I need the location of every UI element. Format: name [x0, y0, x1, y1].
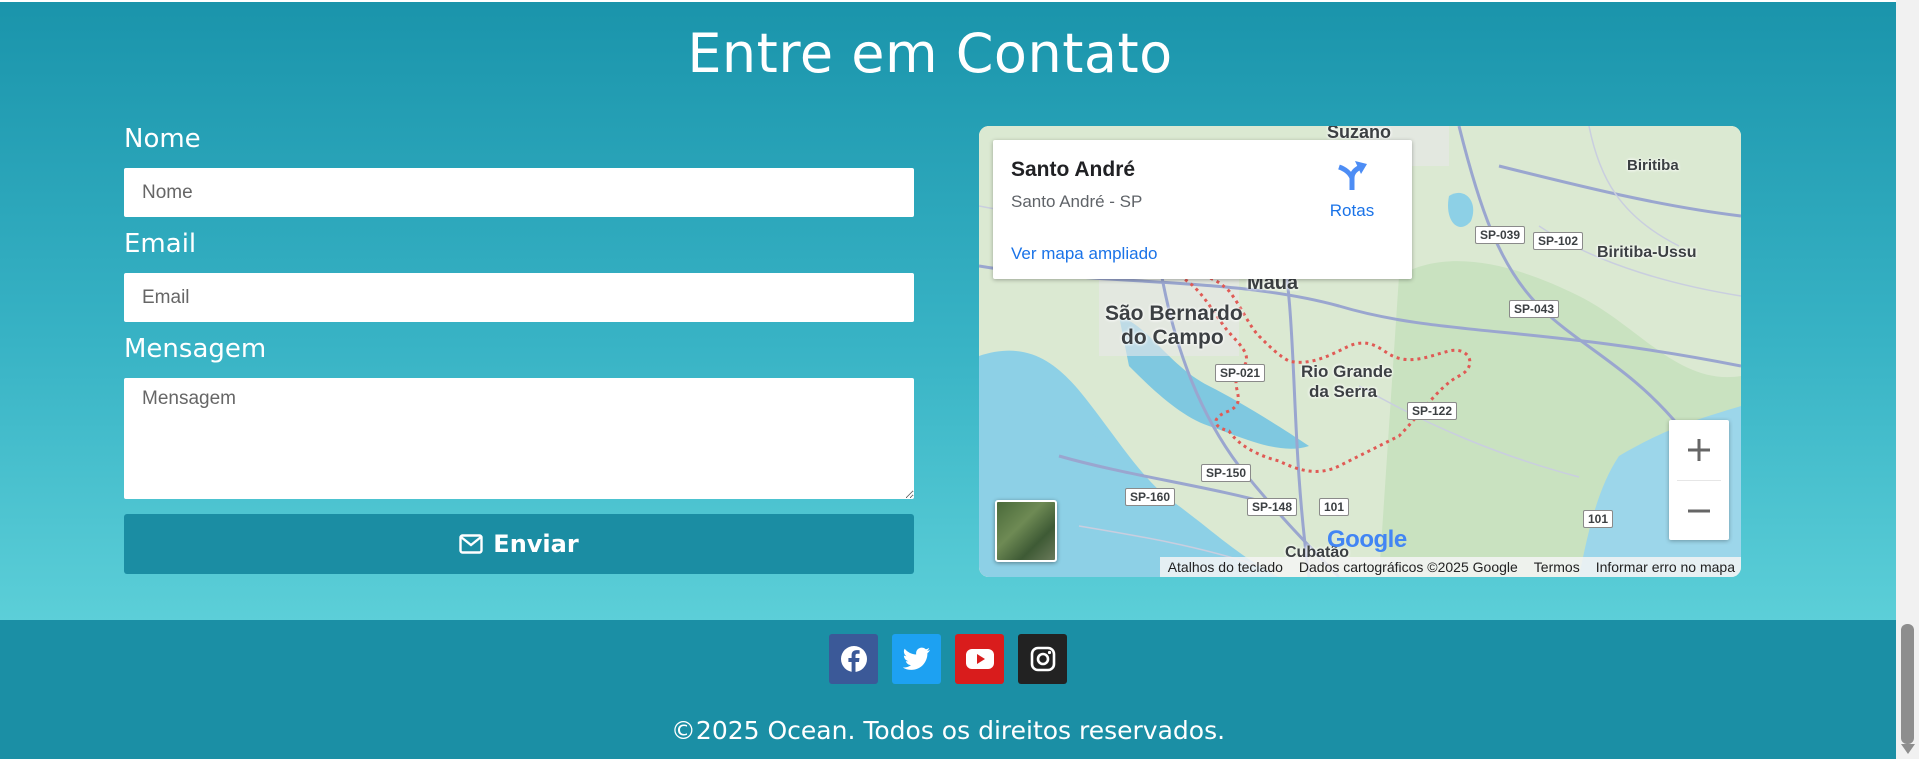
map-attribution: Atalhos do teclado Dados cartográficos ©…	[1159, 557, 1741, 577]
report-error-link[interactable]: Informar erro no mapa	[1596, 559, 1735, 575]
road-shield-101a: 101	[1319, 498, 1350, 516]
map-zoom-controls	[1669, 420, 1729, 540]
youtube-icon	[965, 649, 994, 669]
google-logo: Google	[1327, 526, 1407, 554]
road-shield-sp021: SP-021	[1215, 364, 1266, 382]
envelope-icon	[459, 534, 483, 554]
map-label-biritiba-ussu: Biritiba-Ussu	[1597, 244, 1697, 261]
scroll-down-arrow[interactable]	[1901, 744, 1915, 754]
zoom-out-button[interactable]	[1669, 481, 1729, 541]
send-label: Enviar	[493, 530, 579, 558]
minus-icon	[1688, 509, 1710, 513]
email-label: Email	[124, 229, 197, 259]
google-logo-text: Google	[1327, 526, 1407, 553]
place-address: Santo André - SP	[1011, 192, 1143, 211]
directions-label: Rotas	[1329, 201, 1375, 220]
map-label-sao-bernardo-2: do Campo	[1121, 326, 1224, 349]
larger-map-link[interactable]: Ver mapa ampliado	[1011, 244, 1157, 264]
send-button[interactable]: Enviar	[124, 514, 914, 574]
message-textarea[interactable]	[124, 378, 914, 499]
name-label: Nome	[124, 124, 201, 154]
embedded-map[interactable]: Suzano Biritiba Biritiba-Ussu Mauá São B…	[979, 126, 1741, 577]
map-place-card: Santo André Santo André - SP Ver mapa am…	[993, 140, 1412, 279]
road-shield-sp043: SP-043	[1509, 300, 1560, 318]
email-input[interactable]	[124, 273, 914, 322]
map-label-rio-grande-2: da Serra	[1309, 382, 1378, 401]
facebook-link[interactable]	[829, 634, 878, 684]
instagram-icon	[1030, 646, 1055, 672]
place-name: Santo André	[1011, 158, 1136, 181]
message-label: Mensagem	[124, 334, 267, 364]
zoom-in-button[interactable]	[1669, 420, 1729, 480]
map-label-biritiba-top: Biritiba	[1627, 157, 1679, 174]
road-shield-sp039: SP-039	[1475, 226, 1526, 244]
road-shield-sp160: SP-160	[1125, 488, 1176, 506]
keyboard-shortcuts-link[interactable]: Atalhos do teclado	[1168, 559, 1283, 575]
road-shield-sp150: SP-150	[1201, 464, 1252, 482]
terms-link[interactable]: Termos	[1534, 559, 1580, 575]
twitter-icon	[902, 647, 930, 670]
map-data-text: Dados cartográficos ©2025 Google	[1298, 559, 1518, 575]
road-shield-sp122: SP-122	[1407, 402, 1458, 420]
name-input[interactable]	[124, 168, 914, 217]
social-links	[0, 634, 1896, 684]
youtube-link[interactable]	[955, 634, 1004, 684]
satellite-toggle[interactable]	[995, 500, 1057, 562]
directions-icon	[1338, 161, 1367, 190]
copyright-text: ©2025 Ocean. Todos os direitos reservado…	[670, 716, 1226, 745]
contact-section: Entre em Contato Nome Email Mensagem Env…	[0, 0, 1896, 622]
road-shield-sp102: SP-102	[1533, 232, 1584, 250]
twitter-link[interactable]	[892, 634, 941, 684]
directions-button[interactable]: Rotas	[1312, 158, 1392, 221]
page-scrollbar[interactable]	[1896, 0, 1919, 759]
footer: ©2025 Ocean. Todos os direitos reservado…	[0, 620, 1896, 759]
map-label-rio-grande-1: Rio Grande	[1301, 362, 1393, 381]
facebook-icon	[840, 646, 867, 672]
contact-title: Entre em Contato	[687, 22, 1173, 85]
road-shield-sp148: SP-148	[1247, 498, 1298, 516]
map-label-sao-bernardo-1: São Bernardo	[1105, 302, 1243, 325]
road-shield-101b: 101	[1583, 510, 1614, 528]
scrollbar-thumb[interactable]	[1901, 624, 1914, 744]
plus-icon	[1688, 439, 1710, 461]
instagram-link[interactable]	[1018, 634, 1067, 684]
